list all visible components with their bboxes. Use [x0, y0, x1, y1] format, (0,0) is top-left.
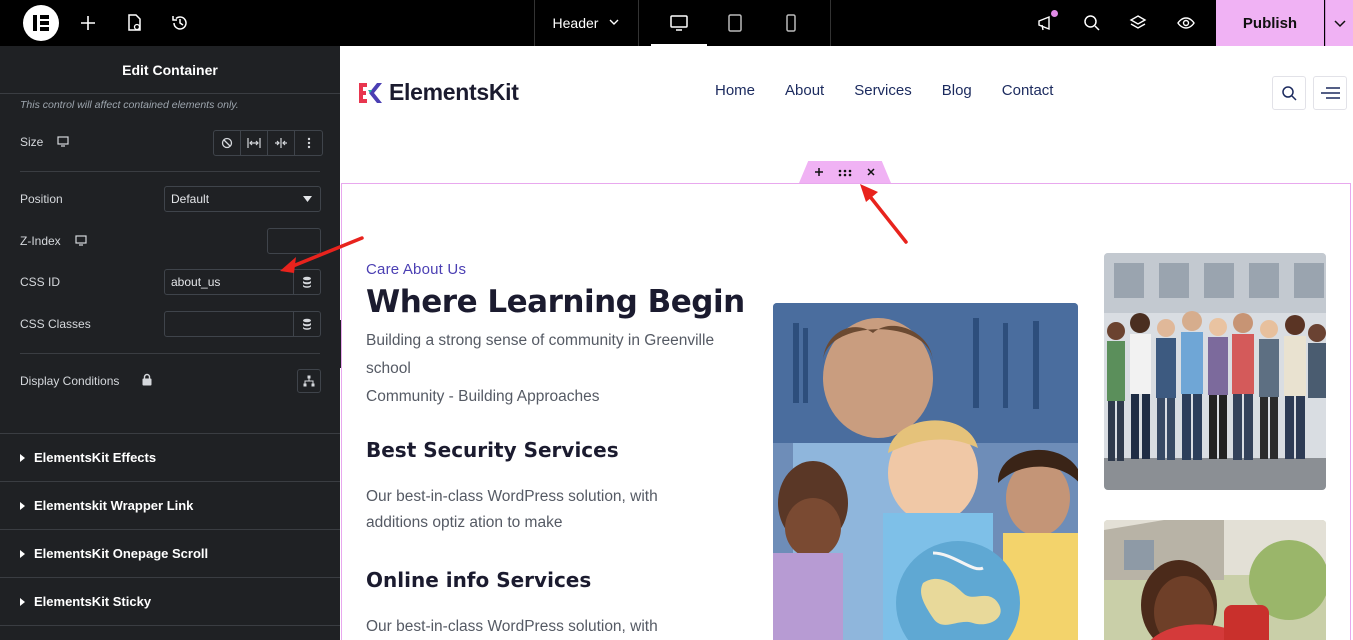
panel-note: This control will affect contained eleme… — [20, 99, 239, 111]
drag-handle-icon[interactable] — [838, 164, 852, 180]
boy-backpack-image — [1104, 520, 1326, 640]
lock-icon — [141, 373, 153, 386]
topbar-divider — [830, 0, 831, 46]
zindex-input[interactable] — [267, 228, 321, 254]
intro-line-2: school — [366, 360, 411, 377]
publish-button[interactable]: Publish — [1216, 0, 1324, 46]
site-search-button[interactable] — [1272, 76, 1306, 110]
size-grow-icon[interactable] — [241, 131, 268, 155]
tablet-icon[interactable] — [707, 0, 763, 46]
section-wrapper-link[interactable]: Elementskit Wrapper Link — [0, 481, 340, 529]
section-sticky[interactable]: ElementsKit Sticky — [0, 577, 340, 625]
site-nav: Home About Services Blog Contact — [715, 82, 1053, 99]
search-icon — [1282, 86, 1297, 101]
service-1-line-1: Our best-in-class WordPress solution, wi… — [366, 488, 658, 505]
mobile-icon[interactable] — [763, 0, 819, 46]
add-icon[interactable] — [76, 11, 100, 35]
nav-home[interactable]: Home — [715, 82, 755, 99]
classroom-globe-image — [773, 303, 1078, 640]
dynamic-tags-icon[interactable] — [293, 269, 321, 295]
intro-line-3: Community - Building Approaches — [366, 388, 600, 405]
add-icon[interactable] — [814, 164, 824, 180]
preview-icon[interactable] — [1174, 11, 1198, 35]
service-2-line-1: Our best-in-class WordPress solution, wi… — [366, 618, 658, 635]
site-settings-icon[interactable] — [122, 11, 146, 35]
caret-right-icon — [20, 501, 25, 510]
responsive-desktop-icon[interactable] — [57, 136, 69, 147]
intro-line-1: Building a strong sense of community in … — [366, 332, 715, 349]
dynamic-tags-icon[interactable] — [293, 311, 321, 337]
section-label: Elementskit Wrapper Link — [34, 498, 194, 513]
chevron-down-icon — [1333, 20, 1346, 28]
service-1-title: Best Security Services — [366, 438, 619, 462]
top-bar: Header Publish — [0, 0, 1353, 46]
site-menu-button[interactable] — [1313, 76, 1347, 110]
nav-blog[interactable]: Blog — [942, 82, 972, 99]
panel-title: Edit Container — [0, 46, 340, 94]
caret-right-icon — [20, 597, 25, 606]
elementor-logo-icon[interactable] — [23, 5, 59, 41]
nav-services[interactable]: Services — [854, 82, 912, 99]
hamburger-icon — [1321, 87, 1340, 99]
elementskit-logo-icon — [359, 82, 382, 103]
position-label: Position — [20, 192, 63, 206]
service-2-title: Online info Services — [366, 568, 592, 592]
history-icon[interactable] — [168, 11, 192, 35]
display-conditions-icon[interactable] — [297, 369, 321, 393]
divider — [20, 171, 320, 172]
section-eyebrow: Care About Us — [366, 261, 467, 278]
css-id-label: CSS ID — [20, 275, 61, 289]
position-value: Default — [171, 192, 210, 206]
section-label: ElementsKit Sticky — [34, 594, 152, 609]
site-logo[interactable]: ElementsKit — [357, 79, 519, 106]
close-icon[interactable] — [866, 164, 876, 180]
preview-canvas: ElementsKit Home About Services Blog Con… — [341, 46, 1353, 640]
section-label: ElementsKit Onepage Scroll — [34, 546, 209, 561]
caret-down-icon — [303, 196, 312, 202]
students-group-image — [1104, 253, 1326, 490]
responsive-desktop-icon[interactable] — [75, 235, 87, 246]
structure-icon[interactable] — [1126, 11, 1150, 35]
display-conditions-label: Display Conditions — [20, 374, 120, 388]
divider — [0, 625, 340, 626]
editor-panel: Edit Container This control will affect … — [0, 46, 340, 640]
section-label: ElementsKit Effects — [34, 450, 157, 465]
publish-options-button[interactable] — [1325, 0, 1353, 46]
document-selector[interactable]: Header — [534, 0, 639, 46]
css-classes-input[interactable] — [164, 311, 294, 337]
more-options-icon[interactable] — [295, 131, 322, 155]
nav-about[interactable]: About — [785, 82, 824, 99]
position-select[interactable]: Default — [164, 186, 321, 212]
section-elementskit-effects[interactable]: ElementsKit Effects — [0, 433, 340, 481]
nav-contact[interactable]: Contact — [1002, 82, 1054, 99]
size-label: Size — [20, 135, 44, 149]
section-heading: Where Learning Begin — [366, 284, 745, 320]
chevron-down-icon — [608, 15, 620, 31]
logo-text: ElementsKit — [389, 79, 519, 105]
zindex-label: Z-Index — [20, 234, 61, 248]
desktop-icon[interactable] — [651, 0, 707, 46]
css-classes-label: CSS Classes — [20, 317, 91, 331]
notification-dot — [1051, 10, 1058, 17]
size-shrink-icon[interactable] — [268, 131, 295, 155]
caret-right-icon — [20, 453, 25, 462]
container-handle[interactable] — [799, 161, 891, 183]
size-button-group — [213, 130, 323, 156]
size-default-icon[interactable] — [214, 131, 241, 155]
search-icon[interactable] — [1080, 11, 1104, 35]
section-onepage-scroll[interactable]: ElementsKit Onepage Scroll — [0, 529, 340, 577]
caret-right-icon — [20, 549, 25, 558]
document-name: Header — [552, 15, 599, 31]
css-id-input[interactable]: about_us — [164, 269, 294, 295]
service-1-line-2: additions optiz ation to make — [366, 514, 563, 531]
divider — [20, 353, 320, 354]
